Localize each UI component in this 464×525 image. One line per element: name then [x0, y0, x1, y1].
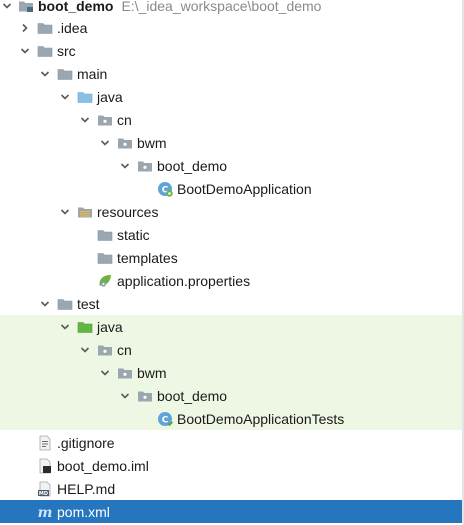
tree-node-label: cn: [117, 111, 132, 128]
tree-node-static[interactable]: static: [0, 223, 462, 246]
tree-node-help-md[interactable]: MD HELP.md: [0, 477, 462, 500]
tree-node-label: BootDemoApplicationTests: [177, 410, 345, 427]
chevron-down-icon[interactable]: [38, 67, 52, 81]
svg-text:m: m: [38, 505, 53, 520]
tree-node-label: bwm: [137, 364, 167, 381]
tree-node-label: bwm: [137, 134, 167, 151]
tree-node-boot-demo[interactable]: boot_demo: [0, 384, 462, 407]
folder-icon: [37, 20, 53, 36]
folder-icon: [97, 250, 113, 266]
tree-node-bwm[interactable]: bwm: [0, 361, 462, 384]
tree-node-label: boot_demo: [38, 0, 114, 14]
tree-node-java[interactable]: java: [0, 85, 462, 108]
tree-node-boot-demo-iml[interactable]: boot_demo.iml: [0, 454, 462, 477]
tree-node-label: src: [57, 42, 76, 59]
chevron-right-icon[interactable]: [18, 21, 32, 35]
package-icon: [117, 135, 133, 151]
project-path: E:\_idea_workspace\boot_demo: [121, 0, 322, 14]
tree-node-label: boot_demo: [157, 387, 228, 404]
tree-node-application-properties[interactable]: application.properties: [0, 269, 462, 292]
chevron-down-icon[interactable]: [58, 205, 72, 219]
iml-file-icon: [37, 458, 53, 474]
chevron-down-icon[interactable]: [38, 297, 52, 311]
tree-node-label: templates: [117, 249, 178, 266]
tree-node-label: boot_demo: [157, 157, 228, 174]
svg-text:MD: MD: [39, 491, 48, 497]
chevron-down-icon[interactable]: [18, 44, 32, 58]
tree-node-label: pom.xml: [57, 503, 110, 520]
tree-node-label: test: [77, 295, 100, 312]
tree-node-label: cn: [117, 341, 132, 358]
chevron-down-icon[interactable]: [78, 343, 92, 357]
test-class-icon: C: [157, 411, 173, 427]
tree-node-java[interactable]: java: [0, 315, 462, 338]
chevron-down-icon[interactable]: [0, 0, 14, 13]
folder-icon: [57, 296, 73, 312]
tree-node-label: main: [77, 65, 108, 82]
project-folder-icon: [18, 0, 34, 14]
tree-node-label: BootDemoApplication: [177, 180, 312, 197]
tree-node-templates[interactable]: templates: [0, 246, 462, 269]
tree-node-resources[interactable]: resources: [0, 200, 462, 223]
tree-node-bootdemoapplicationtests[interactable]: C BootDemoApplicationTests: [0, 407, 462, 430]
tree-node-label: static: [117, 226, 150, 243]
markdown-file-icon: MD: [37, 481, 53, 497]
package-icon: [117, 365, 133, 381]
tree-node-gitignore[interactable]: .gitignore: [0, 431, 462, 454]
tree-node-label: java: [97, 88, 123, 105]
source-root-folder-icon: [77, 89, 93, 105]
chevron-down-icon[interactable]: [98, 366, 112, 380]
package-icon: [137, 158, 153, 174]
tree-node-label: resources: [97, 203, 159, 220]
spring-properties-icon: [97, 273, 113, 289]
package-icon: [97, 342, 113, 358]
tree-node-main[interactable]: main: [0, 62, 462, 85]
test-root-folder-icon: [77, 319, 93, 335]
tree-node-bootdemoapplication[interactable]: C BootDemoApplication: [0, 177, 462, 200]
tree-node-label: HELP.md: [57, 480, 116, 497]
chevron-down-icon[interactable]: [118, 389, 132, 403]
chevron-down-icon[interactable]: [58, 320, 72, 334]
tree-node-label: .gitignore: [57, 434, 115, 451]
spring-boot-class-icon: C: [157, 181, 173, 197]
tree-node-cn[interactable]: cn: [0, 338, 462, 361]
package-icon: [137, 388, 153, 404]
chevron-down-icon[interactable]: [118, 159, 132, 173]
folder-icon: [37, 43, 53, 59]
tree-node-src[interactable]: src: [0, 39, 462, 62]
maven-file-icon: m: [37, 504, 53, 520]
tree-node-bwm[interactable]: bwm: [0, 131, 462, 154]
tree-node-test[interactable]: test: [0, 292, 462, 315]
tree-node-boot-demo[interactable]: boot_demo: [0, 154, 462, 177]
folder-icon: [57, 66, 73, 82]
chevron-down-icon[interactable]: [98, 136, 112, 150]
chevron-down-icon[interactable]: [58, 90, 72, 104]
tree-node-label: java: [97, 318, 123, 335]
tree-node-boot-demo[interactable]: boot_demo E:\_idea_workspace\boot_demo: [0, 0, 462, 17]
tree-node-cn[interactable]: cn: [0, 108, 462, 131]
tree-node-idea[interactable]: .idea: [0, 16, 462, 39]
tree-node-label: boot_demo.iml: [57, 457, 149, 474]
resources-folder-icon: [77, 204, 93, 220]
chevron-down-icon[interactable]: [78, 113, 92, 127]
tree-node-label: .idea: [57, 19, 88, 36]
tree-node-pom-xml[interactable]: m pom.xml: [0, 500, 462, 523]
text-file-icon: [37, 435, 53, 451]
package-icon: [97, 112, 113, 128]
folder-icon: [97, 227, 113, 243]
tree-node-label: application.properties: [117, 272, 251, 289]
